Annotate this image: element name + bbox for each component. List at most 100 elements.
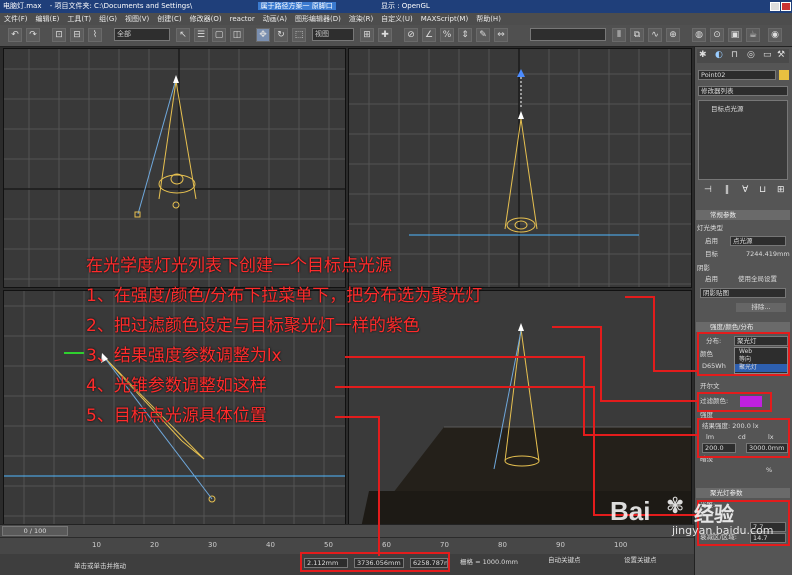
- menu-item[interactable]: 文件(F): [0, 15, 32, 23]
- viewport-front[interactable]: [348, 48, 692, 288]
- object-name-field[interactable]: Point02: [698, 70, 776, 80]
- angle-snap-icon[interactable]: ∠: [422, 28, 436, 42]
- use-global-checkbox[interactable]: 使用全局设置: [738, 275, 790, 284]
- rotate-icon[interactable]: ↻: [274, 28, 288, 42]
- menu-item[interactable]: 渲染(R): [345, 15, 377, 23]
- modifier-stack[interactable]: 目标点光源: [698, 100, 788, 180]
- manipulate-icon[interactable]: ✚: [378, 28, 392, 42]
- modifier-list-dropdown[interactable]: 修改器列表: [698, 86, 788, 96]
- select-icon[interactable]: ↖: [176, 28, 190, 42]
- menu-item[interactable]: 创建(C): [153, 15, 185, 23]
- menu-item[interactable]: 动画(A): [259, 15, 291, 23]
- move-icon[interactable]: ✥: [256, 28, 270, 42]
- rollout-general[interactable]: 常规参数: [696, 210, 790, 220]
- kelvin-radio[interactable]: 开尔文: [700, 382, 740, 391]
- redo-icon[interactable]: ↷: [26, 28, 40, 42]
- callout-line-3v: [583, 356, 585, 436]
- named-selection-set[interactable]: [530, 28, 606, 41]
- menu-item[interactable]: MAXScript(M): [417, 15, 472, 23]
- menu-item[interactable]: 帮助(H): [472, 15, 505, 23]
- menu-item[interactable]: 组(G): [95, 15, 121, 23]
- project-path: - 项目文件夹: C:\Documents and Settings\: [49, 2, 193, 10]
- viewport-top[interactable]: [3, 48, 346, 288]
- timeline-tick: 90: [556, 541, 565, 549]
- hierarchy-tab-icon[interactable]: ⊓: [731, 50, 738, 60]
- remove-modifier-icon[interactable]: ⊔: [759, 185, 766, 195]
- pin-stack-icon[interactable]: ⊣: [704, 185, 712, 195]
- spinner-snap-icon[interactable]: ⇕: [458, 28, 472, 42]
- close-button[interactable]: [781, 2, 791, 11]
- menu-item[interactable]: 视图(V): [121, 15, 153, 23]
- timeline-tick: 80: [498, 541, 507, 549]
- menu-item[interactable]: 图形编辑器(D): [291, 15, 345, 23]
- show-end-icon[interactable]: ‖: [725, 185, 730, 195]
- configure-icon[interactable]: ⊞: [777, 185, 785, 195]
- layer-icon[interactable]: ⧉: [630, 28, 644, 42]
- edit-named-sets-icon[interactable]: ✎: [476, 28, 490, 42]
- align-icon[interactable]: ⫴: [612, 28, 626, 42]
- menu-item[interactable]: 工具(T): [63, 15, 95, 23]
- targeted-checkbox[interactable]: 目标: [697, 250, 725, 259]
- light-type-dropdown[interactable]: 点光源: [730, 236, 786, 246]
- schematic-icon[interactable]: ⊕: [666, 28, 680, 42]
- unlink-icon[interactable]: ⊟: [70, 28, 84, 42]
- menu-item[interactable]: 修改器(O): [186, 15, 226, 23]
- timeline-tick: 50: [324, 541, 333, 549]
- menu-item[interactable]: 自定义(U): [377, 15, 417, 23]
- make-unique-icon[interactable]: ∀: [742, 185, 748, 195]
- enabled-checkbox[interactable]: 启用: [697, 237, 725, 246]
- callout-line-5v: [378, 416, 380, 556]
- rollout-spotlight[interactable]: 聚光灯参数: [696, 488, 790, 498]
- time-slider[interactable]: 0 / 100: [0, 524, 694, 537]
- minimize-button[interactable]: [770, 2, 780, 11]
- auto-key-button[interactable]: 自动关键点: [548, 556, 588, 565]
- object-color-swatch[interactable]: [779, 70, 789, 80]
- timeline-tick: 20: [150, 541, 159, 549]
- create-tab-icon[interactable]: ✱: [699, 50, 707, 60]
- material-editor-icon[interactable]: ◍: [692, 28, 706, 42]
- window-crossing-icon[interactable]: ◫: [230, 28, 244, 42]
- title-tab[interactable]: 属于路径方案一 原脚口: [257, 2, 336, 10]
- motion-tab-icon[interactable]: ◎: [747, 50, 755, 60]
- modify-tab-icon[interactable]: ◐: [715, 50, 723, 60]
- shadow-enabled-checkbox[interactable]: 启用: [697, 275, 725, 284]
- select-by-name-icon[interactable]: ☰: [194, 28, 208, 42]
- timeline-tick: 70: [440, 541, 449, 549]
- annotation-step-3: 3、结果强度参数调整为lx: [86, 346, 282, 366]
- link-icon[interactable]: ⊡: [52, 28, 66, 42]
- annotation-step-4: 4、光锥参数调整如这样: [86, 376, 267, 396]
- scale-icon[interactable]: ⬚: [292, 28, 306, 42]
- stack-item-target-point[interactable]: 目标点光源: [701, 103, 785, 113]
- reference-coord-dropdown[interactable]: 视图: [312, 28, 354, 41]
- callout-line-2: [552, 326, 602, 328]
- render-frame-icon[interactable]: ▣: [728, 28, 742, 42]
- menu-item[interactable]: reactor: [226, 15, 259, 23]
- callout-line-2h: [600, 400, 698, 402]
- curve-editor-icon[interactable]: ∿: [648, 28, 662, 42]
- render-setup-icon[interactable]: ⊙: [710, 28, 724, 42]
- region-select-icon[interactable]: ▢: [212, 28, 226, 42]
- percent-snap-icon[interactable]: %: [440, 28, 454, 42]
- shadow-type-dropdown[interactable]: 阴影贴图: [700, 288, 786, 298]
- timeline-tick: 30: [208, 541, 217, 549]
- utilities-tab-icon[interactable]: ⚒: [777, 50, 785, 60]
- pivot-icon[interactable]: ⊞: [360, 28, 374, 42]
- bind-icon[interactable]: ⌇: [88, 28, 102, 42]
- rollout-intensity[interactable]: 强度/颜色/分布: [696, 322, 790, 332]
- snap-icon[interactable]: ⊘: [404, 28, 418, 42]
- mirror-icon[interactable]: ⇔: [494, 28, 508, 42]
- selection-filter-dropdown[interactable]: 全部: [114, 28, 170, 41]
- render-icon[interactable]: ◉: [768, 28, 782, 42]
- display-tab-icon[interactable]: ▭: [763, 50, 772, 60]
- dimming-percent: %: [766, 466, 773, 474]
- quick-render-icon[interactable]: ☕: [746, 28, 760, 42]
- shadow-label: 阴影: [697, 264, 710, 272]
- callout-box-distribution: [697, 332, 790, 376]
- undo-icon[interactable]: ↶: [8, 28, 22, 42]
- time-slider-thumb[interactable]: 0 / 100: [2, 526, 68, 536]
- exclude-button[interactable]: 排除...: [736, 303, 786, 312]
- set-key-button[interactable]: 设置关键点: [624, 556, 664, 565]
- callout-line-1: [625, 296, 655, 298]
- menu-item[interactable]: 编辑(E): [32, 15, 64, 23]
- target-distance: 7244.419mm: [746, 250, 790, 258]
